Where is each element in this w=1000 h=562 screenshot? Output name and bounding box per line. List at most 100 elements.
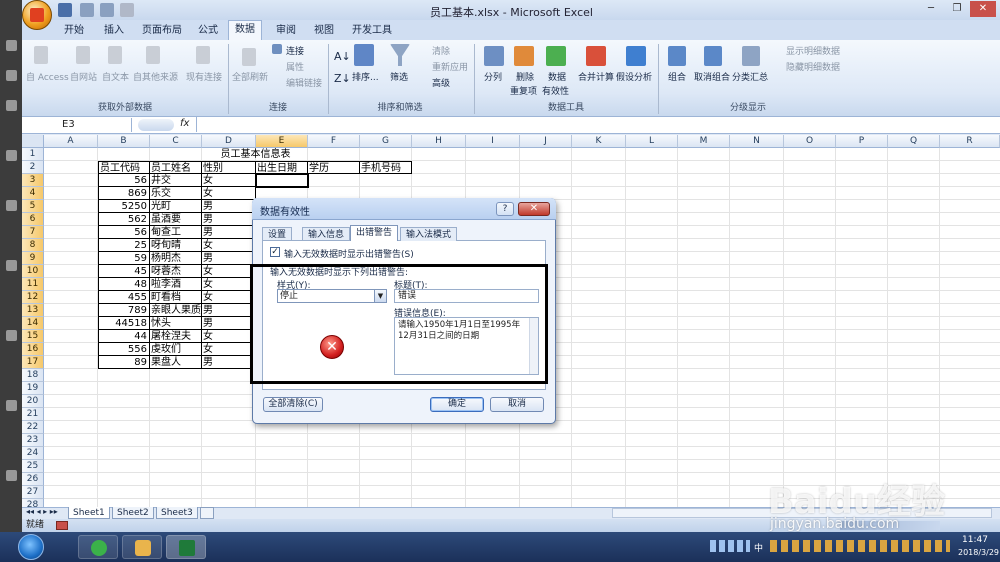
row-header-14[interactable]: 14 [22,317,44,330]
filter-button[interactable]: 筛选 [390,70,408,83]
row-header-18[interactable]: 18 [22,369,44,382]
properties-button[interactable]: 属性 [286,60,304,73]
column-header-r[interactable]: R [940,135,1000,148]
row-header-27[interactable]: 27 [22,486,44,499]
row-header-5[interactable]: 5 [22,200,44,213]
ok-button[interactable]: 确定 [430,397,484,412]
dialog-tab-settings[interactable]: 设置 [262,227,293,241]
gender-cell[interactable]: 女 [202,239,256,252]
from-access-button[interactable]: 自 Access [26,70,69,83]
gender-cell[interactable]: 男 [202,226,256,239]
gender-cell[interactable]: 男 [202,213,256,226]
row-header-17[interactable]: 17 [22,356,44,369]
reapply-button[interactable]: 重新应用 [432,60,468,73]
maximize-button[interactable]: ❐ [944,1,970,17]
minimize-button[interactable]: ─ [918,1,944,17]
undo-icon[interactable] [80,3,94,17]
sort-za-icon[interactable]: Z↓ [334,72,351,85]
from-other-sources-button[interactable]: 自其他来源 [133,70,178,83]
clock-date[interactable]: 2018/3/29 [958,548,999,557]
formula-bar-toggle[interactable] [138,119,174,131]
row-header-24[interactable]: 24 [22,447,44,460]
row-header-10[interactable]: 10 [22,265,44,278]
employee-name-cell[interactable]: 亲眼人果质 [150,304,202,317]
gender-cell[interactable]: 女 [202,174,256,187]
select-all-corner[interactable] [22,135,44,148]
existing-connections-button[interactable]: 现有连接 [186,70,222,83]
column-header-f[interactable]: F [308,135,360,148]
gender-cell[interactable]: 女 [202,343,256,356]
taskbar-browser-icon[interactable] [78,535,118,559]
employee-code-cell[interactable]: 89 [98,356,150,369]
sheet-nav-arrows[interactable]: ◂◂ ◂ ▸ ▸▸ [26,507,58,516]
employee-name-cell[interactable]: 果盘人 [150,356,202,369]
consolidate-button[interactable]: 合并计算 [578,70,614,83]
header-cell[interactable]: 性别 [202,161,256,174]
tab-formulas[interactable]: 公式 [192,22,224,40]
employee-name-cell[interactable]: 虽酒要 [150,213,202,226]
dialog-tab-input-message[interactable]: 输入信息 [302,227,351,241]
taskbar-excel-icon[interactable] [166,535,206,559]
sheet-tab-sheet2[interactable]: Sheet2 [112,507,154,519]
column-header-o[interactable]: O [784,135,836,148]
gender-cell[interactable]: 男 [202,356,256,369]
group-button[interactable]: 组合 [668,70,686,83]
gender-cell[interactable]: 女 [202,278,256,291]
tab-view[interactable]: 视图 [308,22,340,40]
employee-name-cell[interactable]: 町看档 [150,291,202,304]
employee-name-cell[interactable]: 啦李酒 [150,278,202,291]
employee-code-cell[interactable]: 45 [98,265,150,278]
row-header-19[interactable]: 19 [22,382,44,395]
employee-name-cell[interactable]: 怵头 [150,317,202,330]
tab-page-layout[interactable]: 页面布局 [136,22,188,40]
column-header-l[interactable]: L [626,135,678,148]
row-header-26[interactable]: 26 [22,473,44,486]
remove-duplicates-button-line2[interactable]: 重复项 [510,84,537,97]
employee-name-cell[interactable]: 杨明杰 [150,252,202,265]
dialog-close-button[interactable]: ✕ [518,202,550,216]
redo-icon[interactable] [100,3,114,17]
employee-code-cell[interactable]: 48 [98,278,150,291]
office-button[interactable] [22,0,52,30]
header-cell[interactable]: 员工代码 [98,161,150,174]
start-button[interactable] [18,534,44,560]
gender-cell[interactable]: 女 [202,187,256,200]
column-header-p[interactable]: P [836,135,888,148]
row-header-13[interactable]: 13 [22,304,44,317]
column-header-d[interactable]: D [202,135,256,148]
gender-cell[interactable]: 男 [202,317,256,330]
employee-code-cell[interactable]: 869 [98,187,150,200]
tab-home[interactable]: 开始 [58,22,90,40]
tab-review[interactable]: 审阅 [270,22,302,40]
employee-code-cell[interactable]: 56 [98,174,150,187]
clock-time[interactable]: 11:47 [962,535,988,545]
gender-cell[interactable]: 男 [202,252,256,265]
input-method-indicator[interactable]: 中 [754,541,763,554]
from-text-button[interactable]: 自文本 [102,70,129,83]
save-icon[interactable] [58,3,72,17]
show-detail-button[interactable]: 显示明细数据 [786,44,840,57]
from-web-button[interactable]: 自网站 [70,70,97,83]
header-cell[interactable]: 学历 [308,161,360,174]
column-header-j[interactable]: J [520,135,572,148]
dialog-tab-error-alert[interactable]: 出错警告 [350,225,399,241]
table-title-cell[interactable]: 员工基本信息表 [98,148,412,161]
sheet-tab-sheet1[interactable]: Sheet1 [68,507,110,519]
refresh-all-button[interactable]: 全部刷新 [232,70,268,83]
column-header-m[interactable]: M [678,135,730,148]
row-header-1[interactable]: 1 [22,148,44,161]
employee-code-cell[interactable]: 44 [98,330,150,343]
employee-name-cell[interactable]: 呀蓉杰 [150,265,202,278]
gender-cell[interactable]: 男 [202,200,256,213]
gender-cell[interactable]: 男 [202,304,256,317]
show-error-alert-checkbox[interactable]: ✓ [270,247,280,257]
tab-insert[interactable]: 插入 [98,22,130,40]
row-header-8[interactable]: 8 [22,239,44,252]
employee-name-cell[interactable]: 甸查工 [150,226,202,239]
employee-name-cell[interactable]: 虔玫们 [150,343,202,356]
ungroup-button[interactable]: 取消组合 [694,70,730,83]
employee-code-cell[interactable]: 455 [98,291,150,304]
data-validation-button[interactable]: 数据 [548,70,566,83]
row-header-2[interactable]: 2 [22,161,44,174]
row-header-3[interactable]: 3 [22,174,44,187]
